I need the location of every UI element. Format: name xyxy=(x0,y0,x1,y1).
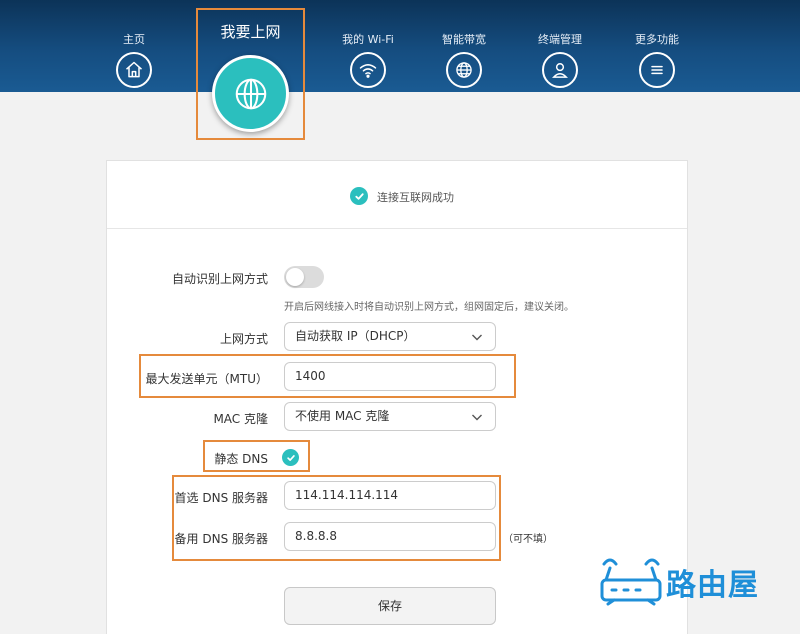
mac-clone-value: 不使用 MAC 克隆 xyxy=(295,409,390,423)
connection-type-select[interactable]: 自动获取 IP（DHCP） xyxy=(284,322,496,351)
nav-label-active: 我要上网 xyxy=(220,23,281,41)
auto-detect-hint: 开启后网线接入时将自动识别上网方式，组网固定后，建议关闭。 xyxy=(284,302,574,313)
secondary-dns-note: （可不填） xyxy=(503,534,553,545)
menu-icon xyxy=(639,52,675,88)
static-dns-highlight-box xyxy=(203,440,310,472)
nav-label: 智能带宽 xyxy=(442,33,486,46)
user-icon xyxy=(542,52,578,88)
nav-item-internet-active[interactable]: 我要上网 xyxy=(196,8,305,140)
mtu-highlight-box xyxy=(139,354,516,398)
dns-servers-highlight-box xyxy=(172,475,501,561)
wifi-icon xyxy=(350,52,386,88)
top-nav-bar: 主页 我的 Wi-Fi 智能带宽 终端管理 更多功能 xyxy=(0,0,800,92)
save-button[interactable]: 保存 xyxy=(284,587,496,625)
nav-label: 我的 Wi-Fi xyxy=(342,33,394,46)
mac-clone-select[interactable]: 不使用 MAC 克隆 xyxy=(284,402,496,431)
connection-type-label: 上网方式 xyxy=(219,332,268,346)
status-text: 连接互联网成功 xyxy=(377,191,454,204)
router-logo-watermark: 路由屋 xyxy=(598,550,778,610)
globe-icon xyxy=(212,55,289,132)
router-logo-icon xyxy=(600,558,662,606)
mac-clone-label: MAC 克隆 xyxy=(213,412,268,426)
auto-detect-toggle[interactable] xyxy=(284,266,324,288)
toggle-knob xyxy=(286,268,304,286)
logo-text: 路由屋 xyxy=(666,568,759,603)
nav-label: 更多功能 xyxy=(635,33,679,46)
auto-detect-label: 自动识别上网方式 xyxy=(171,272,268,286)
bandwidth-globe-icon xyxy=(446,52,482,88)
check-icon xyxy=(350,187,368,205)
connection-status: 连接互联网成功 xyxy=(107,161,687,229)
chevron-down-icon xyxy=(472,414,482,421)
home-icon xyxy=(116,52,152,88)
chevron-down-icon xyxy=(472,334,482,341)
nav-label: 主页 xyxy=(123,33,145,46)
connection-type-value: 自动获取 IP（DHCP） xyxy=(295,329,416,343)
nav-label: 终端管理 xyxy=(538,33,582,46)
